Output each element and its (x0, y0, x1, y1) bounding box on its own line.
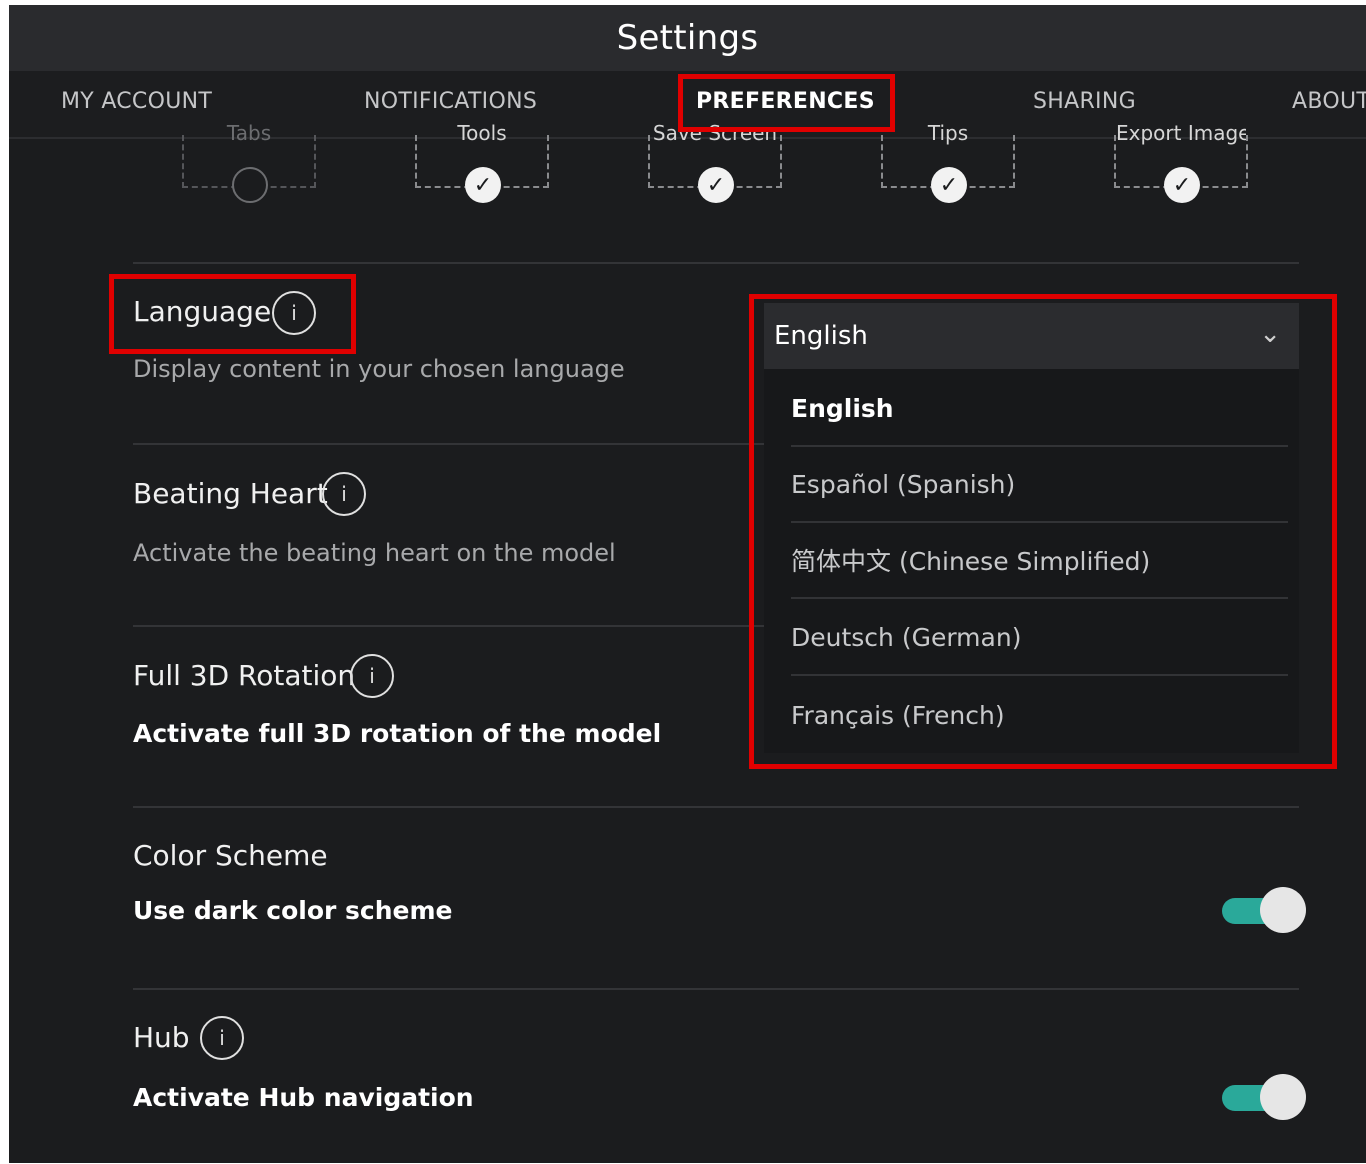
toggle-knob (1260, 887, 1306, 933)
hub-toggle[interactable] (1222, 1074, 1306, 1120)
checkmark-icon: ✓ (698, 167, 734, 203)
dark-scheme-toggle[interactable] (1222, 887, 1306, 933)
title-bar: Settings (9, 5, 1366, 71)
tool-label: Save Screen (652, 121, 778, 145)
rotation-description: Activate full 3D rotation of the model (133, 719, 662, 748)
tab-notifications[interactable]: NOTIFICATIONS (364, 89, 537, 114)
chevron-down-icon: ⌄ (1259, 319, 1281, 349)
language-option-chinese[interactable]: 简体中文 (Chinese Simplified) (791, 523, 1288, 599)
divider (133, 806, 1299, 808)
color-scheme-title: Color Scheme (133, 839, 328, 872)
tab-sharing[interactable]: SHARING (1033, 89, 1136, 114)
beating-heart-description: Activate the beating heart on the model (133, 539, 616, 567)
info-icon[interactable]: i (350, 654, 394, 698)
tool-label: Export Image (1116, 121, 1246, 145)
rotation-title: Full 3D Rotation (133, 659, 356, 692)
beating-heart-title: Beating Heart (133, 477, 328, 510)
language-dropdown-menu: English Español (Spanish) 简体中文 (Chinese … (764, 369, 1299, 753)
unchecked-circle-icon (232, 167, 268, 203)
tab-preferences[interactable]: PREFERENCES (696, 89, 875, 114)
tool-option-tips[interactable]: Tips ✓ (881, 121, 1015, 203)
checkmark-icon: ✓ (465, 167, 501, 203)
tool-label: Tips (927, 121, 969, 145)
info-icon[interactable]: i (200, 1016, 244, 1060)
settings-window: Settings MY ACCOUNT NOTIFICATIONS PREFER… (9, 5, 1366, 1163)
color-scheme-description: Use dark color scheme (133, 896, 453, 925)
tab-my-account[interactable]: MY ACCOUNT (61, 89, 212, 114)
divider (133, 262, 1299, 264)
hub-title: Hub (133, 1021, 190, 1054)
checkmark-icon: ✓ (1164, 167, 1200, 203)
tool-label: Tabs (226, 121, 272, 145)
toggle-knob (1260, 1074, 1306, 1120)
tool-option-tools[interactable]: Tools ✓ (415, 121, 549, 203)
tool-option-tabs[interactable]: Tabs (182, 121, 316, 203)
language-title: Language (133, 295, 272, 328)
tool-option-export-image[interactable]: Export Image ✓ (1114, 121, 1248, 203)
checkmark-icon: ✓ (931, 167, 967, 203)
tab-about[interactable]: ABOUT (1292, 89, 1366, 114)
language-select[interactable]: English ⌄ (764, 303, 1299, 369)
language-select-value: English (774, 321, 868, 351)
language-option-english[interactable]: English (791, 371, 1288, 447)
tool-option-save-screen[interactable]: Save Screen ✓ (648, 121, 782, 203)
language-option-german[interactable]: Deutsch (German) (791, 600, 1288, 676)
hub-description: Activate Hub navigation (133, 1083, 474, 1112)
tool-label: Tools (457, 121, 507, 145)
language-description: Display content in your chosen language (133, 355, 625, 383)
info-icon[interactable]: i (322, 472, 366, 516)
info-icon[interactable]: i (272, 291, 316, 335)
divider (133, 988, 1299, 990)
language-option-french[interactable]: Français (French) (791, 677, 1288, 753)
page-title: Settings (616, 18, 759, 58)
language-option-spanish[interactable]: Español (Spanish) (791, 447, 1288, 523)
